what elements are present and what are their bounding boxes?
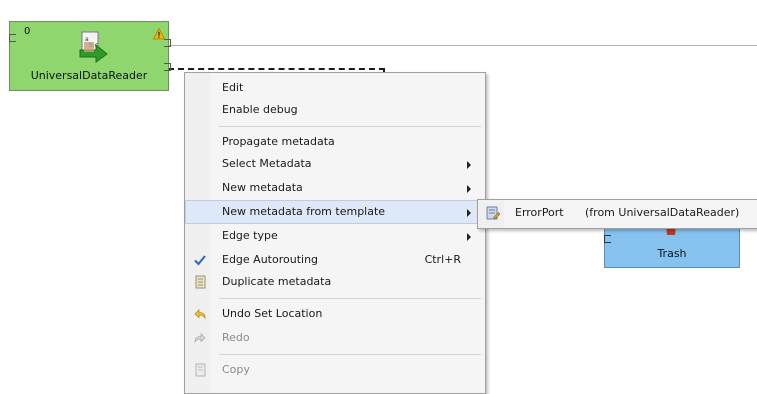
canvas-divider-line bbox=[168, 45, 757, 46]
duplicate-icon bbox=[195, 275, 206, 289]
menu-item-label: Undo Set Location bbox=[222, 307, 323, 320]
menu-item-redo[interactable]: Redo bbox=[186, 327, 483, 349]
menu-item-accelerator: Ctrl+R bbox=[424, 253, 461, 266]
menu-item-label: Edit bbox=[222, 81, 244, 94]
menu-item-label: Duplicate metadata bbox=[222, 275, 332, 288]
menu-separator bbox=[219, 126, 481, 127]
menu-item-label: Copy bbox=[222, 363, 250, 376]
warning-icon bbox=[153, 28, 165, 40]
menu-item-propagate-metadata[interactable]: Propagate metadata bbox=[186, 131, 483, 153]
component-label: Trash bbox=[657, 247, 687, 260]
menu-item-edge-autorouting[interactable]: Edge Autorouting Ctrl+R bbox=[186, 249, 483, 271]
input-port[interactable] bbox=[9, 34, 16, 42]
metadata-source: (from UniversalDataReader) bbox=[585, 206, 740, 219]
undo-icon bbox=[194, 309, 206, 320]
template-submenu: ErrorPort (from UniversalDataReader) bbox=[477, 199, 757, 229]
menu-item-select-metadata[interactable]: Select Metadata bbox=[186, 153, 483, 175]
menu-item-new-metadata-from-template[interactable]: New metadata from template bbox=[185, 200, 484, 224]
graph-canvas[interactable]: 0 a b,c UniversalDataReader Trash Edit bbox=[0, 0, 757, 394]
input-port-number: 0 bbox=[24, 26, 31, 37]
menu-separator bbox=[219, 354, 481, 355]
metadata-icon bbox=[486, 206, 501, 220]
check-icon bbox=[194, 255, 206, 266]
menu-item-edge-type[interactable]: Edge type bbox=[186, 225, 483, 247]
menu-item-label: Enable debug bbox=[222, 103, 298, 116]
component-label: UniversalDataReader bbox=[30, 69, 148, 82]
submenu-arrow-icon bbox=[467, 233, 471, 241]
copy-icon bbox=[195, 363, 206, 377]
submenu-arrow-icon bbox=[467, 185, 471, 193]
menu-item-label: New metadata from template bbox=[222, 205, 386, 218]
output-port-0[interactable] bbox=[164, 39, 171, 47]
redo-icon bbox=[194, 333, 206, 344]
menu-item-enable-debug[interactable]: Enable debug bbox=[186, 99, 483, 121]
edge-dashed-horizontal[interactable] bbox=[168, 68, 385, 70]
menu-item-copy[interactable]: Copy bbox=[186, 359, 483, 381]
menu-item-undo-set-location[interactable]: Undo Set Location bbox=[186, 303, 483, 325]
metadata-name: ErrorPort bbox=[515, 206, 564, 219]
menu-separator bbox=[219, 298, 481, 299]
menu-item-label: Redo bbox=[222, 331, 250, 344]
menu-item-edit[interactable]: Edit bbox=[186, 77, 483, 99]
data-reader-icon: a b,c bbox=[79, 31, 108, 63]
submenu-arrow-icon bbox=[467, 209, 471, 217]
menu-item-label: Edge Autorouting bbox=[222, 253, 319, 266]
context-menu: Edit Enable debug Propagate metadata Sel… bbox=[184, 72, 486, 394]
submenu-arrow-icon bbox=[467, 161, 471, 169]
menu-item-label: New metadata bbox=[222, 181, 303, 194]
menu-item-new-metadata[interactable]: New metadata bbox=[186, 177, 483, 199]
trash-component[interactable]: Trash bbox=[604, 225, 740, 268]
menu-item-label: Edge type bbox=[222, 229, 278, 242]
menu-item-label: Select Metadata bbox=[222, 157, 312, 170]
submenu-item-errorport[interactable]: ErrorPort (from UniversalDataReader) bbox=[479, 202, 756, 224]
input-port[interactable] bbox=[604, 235, 611, 243]
universal-data-reader-component[interactable]: 0 a b,c UniversalDataReader bbox=[9, 21, 171, 91]
menu-item-duplicate-metadata[interactable]: Duplicate metadata bbox=[186, 271, 483, 293]
menu-item-label: Propagate metadata bbox=[222, 135, 335, 148]
